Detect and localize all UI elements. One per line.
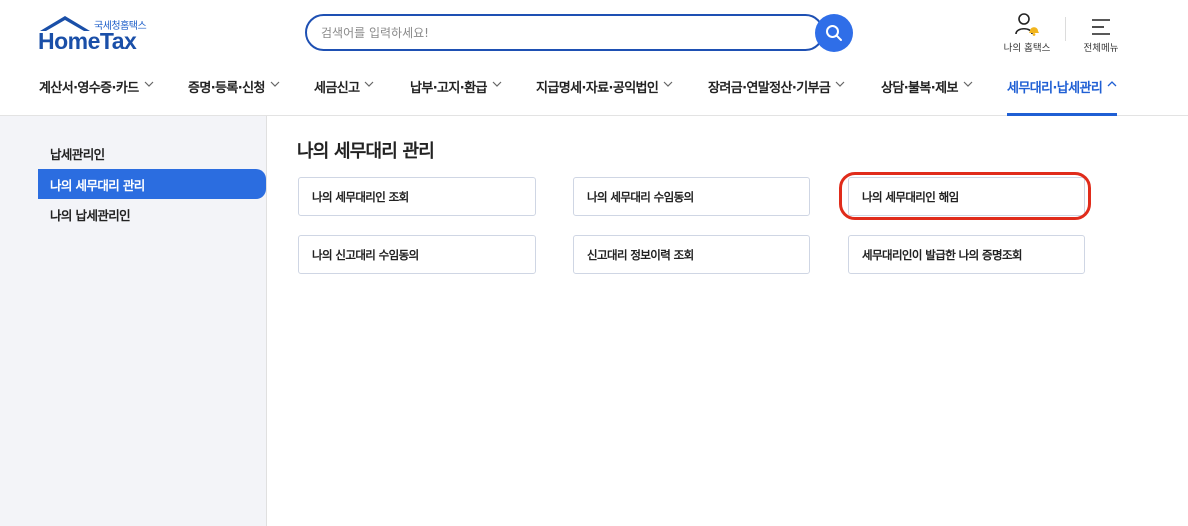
sidebar-item-label: 나의 세무대리 관리: [50, 177, 145, 193]
page-title: 나의 세무대리 관리: [297, 141, 435, 162]
all-menu-label: 전체메뉴: [1083, 43, 1119, 54]
sidebar-item-my-tax-manager[interactable]: 나의 납세관리인: [38, 199, 266, 229]
gnb-item-label: 계산서·영수증·카드: [39, 81, 139, 96]
sidebar-item-my-tax-agent[interactable]: 나의 세무대리 관리: [38, 169, 266, 199]
gnb-item-label: 납부·고지·환급: [410, 81, 487, 96]
gnb-item-label: 상담·불복·제보: [881, 81, 958, 96]
gnb-item-tax-agent[interactable]: 세무대리·납세관리: [1007, 72, 1118, 116]
sidebar-item-label: 나의 납세관리인: [50, 207, 131, 223]
chevron-down-icon: [835, 81, 845, 87]
chevron-down-icon: [270, 81, 280, 87]
gnb-item-payment[interactable]: 납부·고지·환급: [410, 72, 502, 116]
card-view-tax-agent[interactable]: 나의 세무대리인 조회: [298, 177, 536, 216]
card-label: 나의 세무대리 수임동의: [587, 189, 694, 204]
chevron-down-icon: [663, 81, 673, 87]
gnb-item-label: 증명·등록·신청: [188, 81, 265, 96]
user-bell-icon: [1015, 13, 1039, 36]
gnb-item-consultation[interactable]: 상담·불복·제보: [881, 72, 973, 116]
card-filing-agent-history[interactable]: 신고대리 정보이력 조회: [573, 235, 810, 274]
search-input[interactable]: [321, 16, 801, 49]
card-filing-agent-consent[interactable]: 나의 신고대리 수임동의: [298, 235, 536, 274]
chevron-down-icon: [492, 81, 502, 87]
hometax-logo[interactable]: 국세청홈택스 HomeTax: [38, 14, 158, 54]
gnb-item-label: 세무대리·납세관리: [1007, 81, 1103, 96]
chevron-down-icon: [365, 81, 374, 87]
chevron-up-icon: [1107, 81, 1117, 87]
search-button[interactable]: [815, 14, 853, 52]
card-dismiss-tax-agent[interactable]: 나의 세무대리인 해임: [848, 177, 1085, 216]
card-label: 나의 세무대리인 해임: [862, 189, 959, 204]
card-agent-issued-certificates[interactable]: 세무대리인이 발급한 나의 증명조회: [848, 235, 1085, 274]
utility-divider: [1065, 17, 1066, 41]
card-label: 나의 세무대리인 조회: [312, 189, 409, 204]
card-label: 신고대리 정보이력 조회: [587, 247, 694, 262]
sidebar-item-label: 납세관리인: [50, 146, 105, 162]
card-label: 세무대리인이 발급한 나의 증명조회: [862, 247, 1023, 262]
site-header: 국세청홈택스 HomeTax 나의 홈택스: [0, 0, 1188, 116]
global-nav: 계산서·영수증·카드 증명·등록·신청 세금신고 납부·고지·환급 지급명세·자…: [0, 72, 1188, 116]
logo-wordmark: HomeTax: [38, 28, 137, 54]
all-menu-button[interactable]: 전체메뉴: [1077, 12, 1125, 54]
sidebar: 납세관리인 나의 세무대리 관리 나의 납세관리인: [0, 116, 267, 526]
sidebar-item-tax-manager[interactable]: 납세관리인: [38, 138, 266, 168]
gnb-item-invoice[interactable]: 계산서·영수증·카드: [39, 72, 154, 116]
gnb-item-certificate[interactable]: 증명·등록·신청: [188, 72, 280, 116]
gnb-item-label: 세금신고: [314, 81, 360, 96]
gnb-item-incentives[interactable]: 장려금·연말정산·기부금: [708, 72, 845, 116]
gnb-item-tax-return[interactable]: 세금신고: [314, 72, 374, 116]
gnb-item-label: 장려금·연말정산·기부금: [708, 81, 831, 96]
hamburger-menu-icon: [1092, 19, 1110, 35]
chevron-down-icon: [963, 81, 973, 87]
my-hometax-button[interactable]: 나의 홈택스: [1000, 12, 1054, 54]
gnb-item-statements[interactable]: 지급명세·자료·공익법인: [536, 72, 673, 116]
card-tax-agent-consent[interactable]: 나의 세무대리 수임동의: [573, 177, 810, 216]
search-icon: [826, 25, 842, 41]
card-label: 나의 신고대리 수임동의: [312, 247, 419, 262]
chevron-down-icon: [144, 81, 153, 87]
gnb-item-label: 지급명세·자료·공익법인: [536, 81, 659, 96]
my-hometax-label: 나의 홈택스: [1003, 43, 1051, 54]
search-bar: [305, 14, 824, 51]
